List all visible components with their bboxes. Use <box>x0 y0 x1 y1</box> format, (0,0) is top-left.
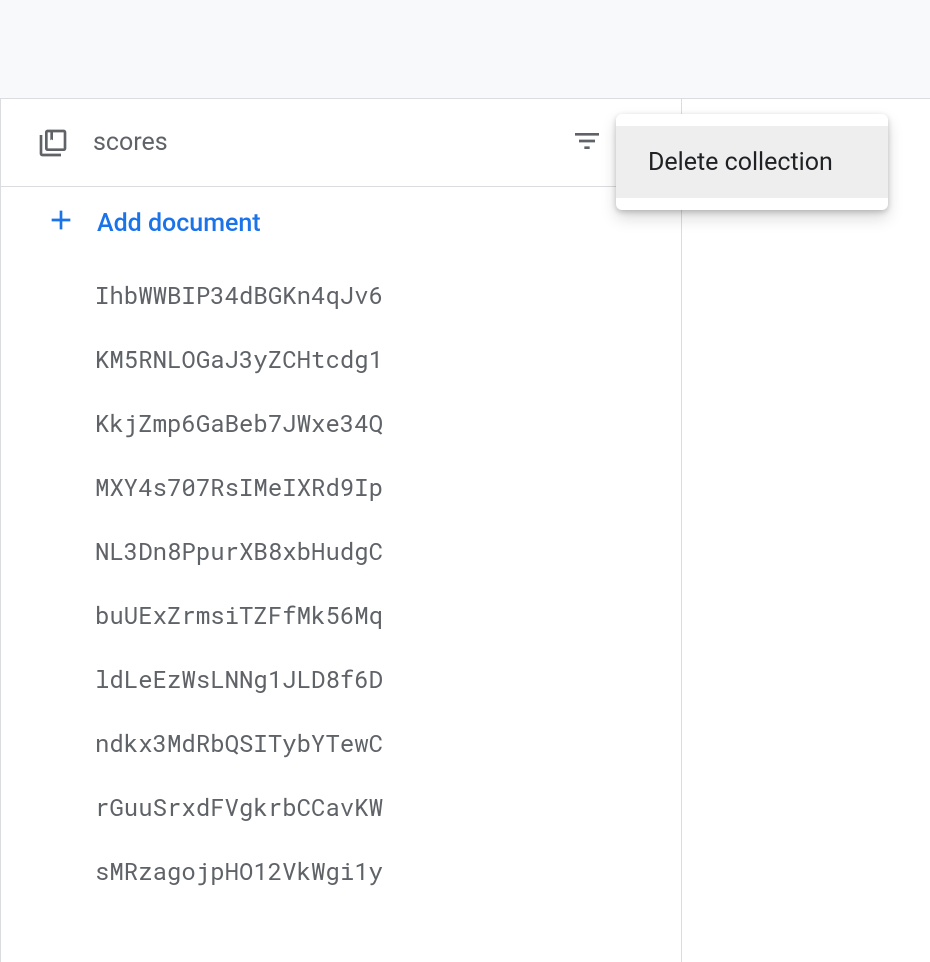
document-item[interactable]: rGuuSrxdFVgkrbCCavKW <box>1 775 681 839</box>
panels-container: scores Add document IhbWWBIP34dBGKn4qJv6… <box>0 98 930 962</box>
document-id: ldLeEzWsLNNg1JLD8f6D <box>95 663 383 695</box>
delete-collection-menu-item[interactable]: Delete collection <box>616 126 888 198</box>
document-item[interactable]: ndkx3MdRbQSITybYTewC <box>1 711 681 775</box>
document-id: MXY4s707RsIMeIXRd9Ip <box>95 471 383 503</box>
collection-icon <box>37 127 69 159</box>
collection-header: scores <box>1 99 681 187</box>
document-id: IhbWWBIP34dBGKn4qJv6 <box>95 279 383 311</box>
document-id: NL3Dn8PpurXB8xbHudgC <box>95 535 383 567</box>
document-item[interactable]: buUExZrmsiTZFfMk56Mq <box>1 583 681 647</box>
document-id: KM5RNLOGaJ3yZCHtcdg1 <box>95 343 383 375</box>
document-id: sMRzagojpHO12VkWgi1y <box>95 855 383 887</box>
document-list: IhbWWBIP34dBGKn4qJv6 KM5RNLOGaJ3yZCHtcdg… <box>1 259 681 903</box>
document-item[interactable]: IhbWWBIP34dBGKn4qJv6 <box>1 263 681 327</box>
menu-item-label: Delete collection <box>648 148 833 177</box>
document-item[interactable]: KM5RNLOGaJ3yZCHtcdg1 <box>1 327 681 391</box>
add-document-label: Add document <box>97 209 261 238</box>
document-item[interactable]: MXY4s707RsIMeIXRd9Ip <box>1 455 681 519</box>
plus-icon <box>45 204 77 243</box>
filter-button[interactable] <box>563 119 611 167</box>
document-item[interactable]: ldLeEzWsLNNg1JLD8f6D <box>1 647 681 711</box>
filter-list-icon <box>571 125 603 161</box>
document-item[interactable]: NL3Dn8PpurXB8xbHudgC <box>1 519 681 583</box>
document-id: ndkx3MdRbQSITybYTewC <box>95 727 383 759</box>
document-id: buUExZrmsiTZFfMk56Mq <box>95 599 383 631</box>
add-document-button[interactable]: Add document <box>1 187 681 259</box>
detail-panel <box>682 99 930 962</box>
document-id: rGuuSrxdFVgkrbCCavKW <box>95 791 383 823</box>
document-item[interactable]: KkjZmp6GaBeb7JWxe34Q <box>1 391 681 455</box>
document-id: KkjZmp6GaBeb7JWxe34Q <box>95 407 383 439</box>
top-spacer <box>0 0 930 98</box>
document-item[interactable]: sMRzagojpHO12VkWgi1y <box>1 839 681 903</box>
collection-name: scores <box>93 128 563 157</box>
collection-panel: scores Add document IhbWWBIP34dBGKn4qJv6… <box>0 99 682 962</box>
context-menu: Delete collection <box>616 114 888 210</box>
